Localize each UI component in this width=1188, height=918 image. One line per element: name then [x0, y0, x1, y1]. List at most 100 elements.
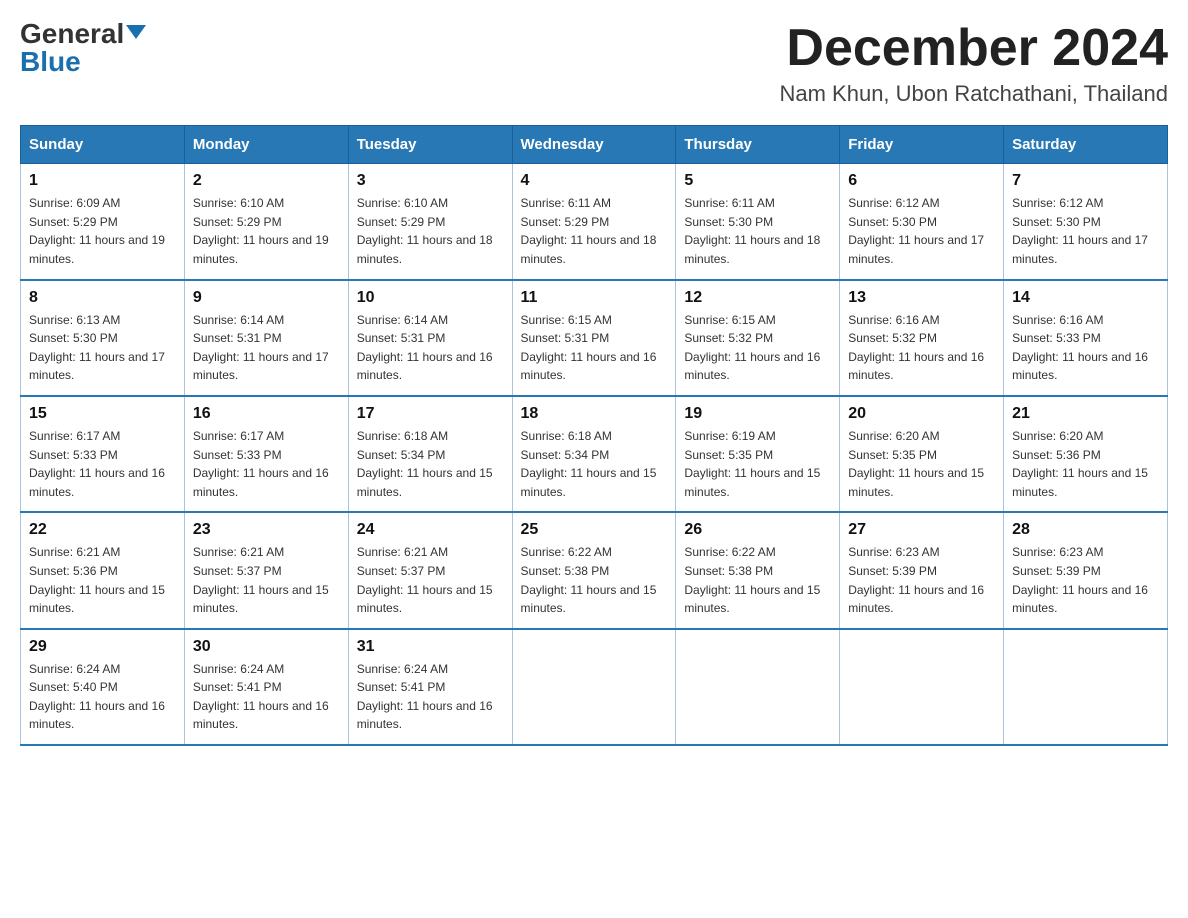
- calendar-cell: 20 Sunrise: 6:20 AMSunset: 5:35 PMDayligh…: [840, 396, 1004, 512]
- week-row-4: 22 Sunrise: 6:21 AMSunset: 5:36 PMDayligh…: [21, 512, 1168, 628]
- cell-info: Sunrise: 6:16 AMSunset: 5:33 PMDaylight:…: [1012, 311, 1159, 385]
- cell-day-number: 23: [193, 521, 340, 539]
- calendar-cell: 13 Sunrise: 6:16 AMSunset: 5:32 PMDayligh…: [840, 280, 1004, 396]
- header: General Blue December 2024 Nam Khun, Ubo…: [20, 20, 1168, 107]
- calendar-cell: 15 Sunrise: 6:17 AMSunset: 5:33 PMDayligh…: [21, 396, 185, 512]
- cell-day-number: 5: [684, 172, 831, 190]
- cell-info: Sunrise: 6:15 AMSunset: 5:32 PMDaylight:…: [684, 311, 831, 385]
- calendar-cell: 29 Sunrise: 6:24 AMSunset: 5:40 PMDayligh…: [21, 629, 185, 745]
- cell-day-number: 29: [29, 638, 176, 656]
- week-row-2: 8 Sunrise: 6:13 AMSunset: 5:30 PMDaylight…: [21, 280, 1168, 396]
- logo-blue: Blue: [20, 46, 81, 77]
- cell-info: Sunrise: 6:17 AMSunset: 5:33 PMDaylight:…: [29, 427, 176, 501]
- cell-day-number: 31: [357, 638, 504, 656]
- header-saturday: Saturday: [1004, 126, 1168, 164]
- cell-day-number: 11: [521, 289, 668, 307]
- week-row-3: 15 Sunrise: 6:17 AMSunset: 5:33 PMDayligh…: [21, 396, 1168, 512]
- calendar-cell: 14 Sunrise: 6:16 AMSunset: 5:33 PMDayligh…: [1004, 280, 1168, 396]
- cell-info: Sunrise: 6:21 AMSunset: 5:37 PMDaylight:…: [193, 543, 340, 617]
- cell-info: Sunrise: 6:23 AMSunset: 5:39 PMDaylight:…: [1012, 543, 1159, 617]
- cell-day-number: 18: [521, 405, 668, 423]
- cell-info: Sunrise: 6:24 AMSunset: 5:40 PMDaylight:…: [29, 660, 176, 734]
- cell-day-number: 2: [193, 172, 340, 190]
- cell-day-number: 27: [848, 521, 995, 539]
- week-row-5: 29 Sunrise: 6:24 AMSunset: 5:40 PMDayligh…: [21, 629, 1168, 745]
- cell-info: Sunrise: 6:18 AMSunset: 5:34 PMDaylight:…: [357, 427, 504, 501]
- calendar-cell: 7Sunrise: 6:12 AMSunset: 5:30 PMDaylight…: [1004, 164, 1168, 280]
- cell-info: Sunrise: 6:24 AMSunset: 5:41 PMDaylight:…: [357, 660, 504, 734]
- cell-day-number: 22: [29, 521, 176, 539]
- calendar-cell: 21 Sunrise: 6:20 AMSunset: 5:36 PMDayligh…: [1004, 396, 1168, 512]
- calendar-cell: 16Sunrise: 6:17 AMSunset: 5:33 PMDayligh…: [184, 396, 348, 512]
- cell-day-number: 30: [193, 638, 340, 656]
- cell-day-number: 20: [848, 405, 995, 423]
- calendar-cell: 31 Sunrise: 6:24 AMSunset: 5:41 PMDayligh…: [348, 629, 512, 745]
- cell-day-number: 24: [357, 521, 504, 539]
- cell-info: Sunrise: 6:24 AMSunset: 5:41 PMDaylight:…: [193, 660, 340, 734]
- title-area: December 2024 Nam Khun, Ubon Ratchathani…: [779, 20, 1168, 107]
- calendar-cell: 26Sunrise: 6:22 AMSunset: 5:38 PMDayligh…: [676, 512, 840, 628]
- cell-info: Sunrise: 6:20 AMSunset: 5:36 PMDaylight:…: [1012, 427, 1159, 501]
- cell-info: Sunrise: 6:13 AMSunset: 5:30 PMDaylight:…: [29, 311, 176, 385]
- cell-day-number: 4: [521, 172, 668, 190]
- calendar-cell: 27Sunrise: 6:23 AMSunset: 5:39 PMDayligh…: [840, 512, 1004, 628]
- cell-info: Sunrise: 6:17 AMSunset: 5:33 PMDaylight:…: [193, 427, 340, 501]
- header-monday: Monday: [184, 126, 348, 164]
- header-friday: Friday: [840, 126, 1004, 164]
- cell-info: Sunrise: 6:11 AMSunset: 5:30 PMDaylight:…: [684, 194, 831, 268]
- calendar-cell: 9Sunrise: 6:14 AMSunset: 5:31 PMDaylight…: [184, 280, 348, 396]
- logo-triangle-icon: [126, 25, 146, 39]
- header-wednesday: Wednesday: [512, 126, 676, 164]
- cell-info: Sunrise: 6:11 AMSunset: 5:29 PMDaylight:…: [521, 194, 668, 268]
- calendar-cell: 18 Sunrise: 6:18 AMSunset: 5:34 PMDayligh…: [512, 396, 676, 512]
- cell-info: Sunrise: 6:16 AMSunset: 5:32 PMDaylight:…: [848, 311, 995, 385]
- header-tuesday: Tuesday: [348, 126, 512, 164]
- calendar-cell: [512, 629, 676, 745]
- cell-day-number: 12: [684, 289, 831, 307]
- calendar-cell: 8 Sunrise: 6:13 AMSunset: 5:30 PMDaylight…: [21, 280, 185, 396]
- header-row: SundayMondayTuesdayWednesdayThursdayFrid…: [21, 126, 1168, 164]
- calendar-cell: 6Sunrise: 6:12 AMSunset: 5:30 PMDaylight…: [840, 164, 1004, 280]
- calendar-body: 1 Sunrise: 6:09 AMSunset: 5:29 PMDaylight…: [21, 164, 1168, 745]
- calendar-cell: [840, 629, 1004, 745]
- cell-day-number: 26: [684, 521, 831, 539]
- calendar-cell: 3 Sunrise: 6:10 AMSunset: 5:29 PMDaylight…: [348, 164, 512, 280]
- calendar-cell: 5 Sunrise: 6:11 AMSunset: 5:30 PMDaylight…: [676, 164, 840, 280]
- calendar-cell: 12 Sunrise: 6:15 AMSunset: 5:32 PMDayligh…: [676, 280, 840, 396]
- cell-info: Sunrise: 6:14 AMSunset: 5:31 PMDaylight:…: [357, 311, 504, 385]
- calendar-cell: 2Sunrise: 6:10 AMSunset: 5:29 PMDaylight…: [184, 164, 348, 280]
- cell-day-number: 21: [1012, 405, 1159, 423]
- logo-general: General: [20, 20, 124, 48]
- calendar-cell: [676, 629, 840, 745]
- header-sunday: Sunday: [21, 126, 185, 164]
- cell-info: Sunrise: 6:09 AMSunset: 5:29 PMDaylight:…: [29, 194, 176, 268]
- cell-day-number: 13: [848, 289, 995, 307]
- cell-info: Sunrise: 6:14 AMSunset: 5:31 PMDaylight:…: [193, 311, 340, 385]
- cell-day-number: 6: [848, 172, 995, 190]
- calendar-header: SundayMondayTuesdayWednesdayThursdayFrid…: [21, 126, 1168, 164]
- calendar-cell: 22 Sunrise: 6:21 AMSunset: 5:36 PMDayligh…: [21, 512, 185, 628]
- calendar-cell: 11Sunrise: 6:15 AMSunset: 5:31 PMDayligh…: [512, 280, 676, 396]
- calendar-table: SundayMondayTuesdayWednesdayThursdayFrid…: [20, 125, 1168, 746]
- cell-info: Sunrise: 6:19 AMSunset: 5:35 PMDaylight:…: [684, 427, 831, 501]
- cell-day-number: 10: [357, 289, 504, 307]
- cell-info: Sunrise: 6:18 AMSunset: 5:34 PMDaylight:…: [521, 427, 668, 501]
- calendar-cell: 30 Sunrise: 6:24 AMSunset: 5:41 PMDayligh…: [184, 629, 348, 745]
- calendar-cell: 17Sunrise: 6:18 AMSunset: 5:34 PMDayligh…: [348, 396, 512, 512]
- logo: General Blue: [20, 20, 146, 76]
- week-row-1: 1 Sunrise: 6:09 AMSunset: 5:29 PMDaylight…: [21, 164, 1168, 280]
- cell-day-number: 3: [357, 172, 504, 190]
- cell-day-number: 8: [29, 289, 176, 307]
- cell-info: Sunrise: 6:20 AMSunset: 5:35 PMDaylight:…: [848, 427, 995, 501]
- header-thursday: Thursday: [676, 126, 840, 164]
- calendar-cell: 24Sunrise: 6:21 AMSunset: 5:37 PMDayligh…: [348, 512, 512, 628]
- cell-day-number: 1: [29, 172, 176, 190]
- cell-day-number: 15: [29, 405, 176, 423]
- cell-info: Sunrise: 6:12 AMSunset: 5:30 PMDaylight:…: [1012, 194, 1159, 268]
- cell-day-number: 25: [521, 521, 668, 539]
- calendar-cell: 23 Sunrise: 6:21 AMSunset: 5:37 PMDayligh…: [184, 512, 348, 628]
- cell-info: Sunrise: 6:21 AMSunset: 5:36 PMDaylight:…: [29, 543, 176, 617]
- cell-day-number: 14: [1012, 289, 1159, 307]
- calendar-cell: 19Sunrise: 6:19 AMSunset: 5:35 PMDayligh…: [676, 396, 840, 512]
- cell-info: Sunrise: 6:10 AMSunset: 5:29 PMDaylight:…: [357, 194, 504, 268]
